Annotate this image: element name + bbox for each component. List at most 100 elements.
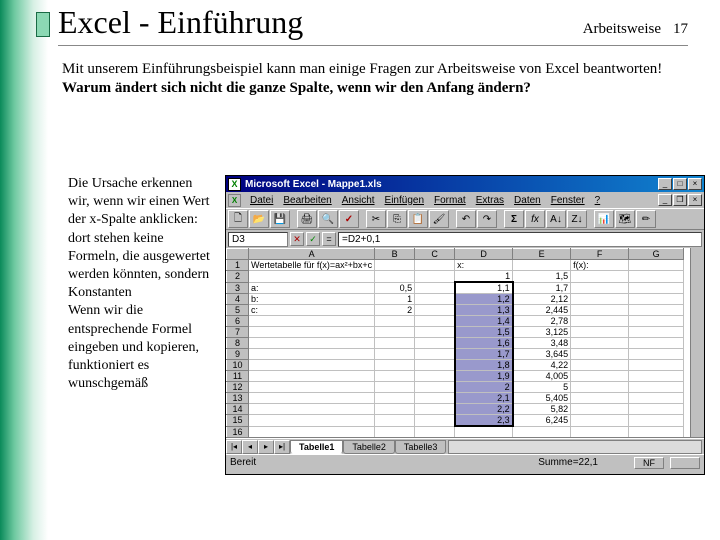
cell-F12[interactable] [571, 382, 629, 393]
sheet-tab-3[interactable]: Tabelle3 [395, 440, 447, 454]
horizontal-scrollbar[interactable] [448, 440, 702, 454]
spellcheck-button[interactable]: ✓ [339, 210, 359, 228]
cell-B17[interactable] [375, 437, 415, 438]
drawing-button[interactable]: ✏ [636, 210, 656, 228]
cell-F1[interactable]: f(x): [571, 260, 629, 271]
sort-desc-button[interactable]: Z↓ [567, 210, 587, 228]
fx-button[interactable]: = [322, 232, 336, 246]
cell-D15[interactable]: 2,3 [455, 415, 513, 427]
cell-C12[interactable] [415, 382, 455, 393]
cell-E16[interactable] [513, 426, 571, 437]
cell-E11[interactable]: 4,005 [513, 371, 571, 382]
cell-E9[interactable]: 3,645 [513, 349, 571, 360]
menu-ansicht[interactable]: Ansicht [337, 194, 380, 207]
cell-D10[interactable]: 1,8 [455, 360, 513, 371]
cell-G15[interactable] [629, 415, 684, 427]
cell-F5[interactable] [571, 305, 629, 316]
cell-A14[interactable] [249, 404, 375, 415]
col-header-B[interactable]: B [375, 249, 415, 260]
cell-C13[interactable] [415, 393, 455, 404]
cell-A2[interactable] [249, 271, 375, 283]
format-painter-button[interactable]: 🖌 [429, 210, 449, 228]
redo-button[interactable]: ↷ [477, 210, 497, 228]
row-header-14[interactable]: 14 [227, 404, 249, 415]
row-header-17[interactable]: 17 [227, 437, 249, 438]
cell-B14[interactable] [375, 404, 415, 415]
cancel-edit-button[interactable]: ✕ [290, 232, 304, 246]
cell-F2[interactable] [571, 271, 629, 283]
select-all-corner[interactable] [227, 249, 249, 260]
map-button[interactable]: 🗺 [615, 210, 635, 228]
cell-G16[interactable] [629, 426, 684, 437]
cell-B15[interactable] [375, 415, 415, 427]
cell-D17[interactable] [455, 437, 513, 438]
cell-A8[interactable] [249, 338, 375, 349]
paste-button[interactable]: 📋 [408, 210, 428, 228]
cell-E7[interactable]: 3,125 [513, 327, 571, 338]
row-header-15[interactable]: 15 [227, 415, 249, 427]
cell-B1[interactable] [375, 260, 415, 271]
cell-G1[interactable] [629, 260, 684, 271]
chart-wizard-button[interactable]: 📊 [594, 210, 614, 228]
col-header-D[interactable]: D [455, 249, 513, 260]
cell-F4[interactable] [571, 294, 629, 305]
menu-einfuegen[interactable]: Einfügen [380, 194, 429, 207]
cell-G10[interactable] [629, 360, 684, 371]
undo-button[interactable]: ↶ [456, 210, 476, 228]
cell-C6[interactable] [415, 316, 455, 327]
row-header-16[interactable]: 16 [227, 426, 249, 437]
cell-G5[interactable] [629, 305, 684, 316]
cell-E14[interactable]: 5,82 [513, 404, 571, 415]
menu-fenster[interactable]: Fenster [546, 194, 590, 207]
tab-next-button[interactable]: ▸ [258, 440, 274, 454]
row-header-12[interactable]: 12 [227, 382, 249, 393]
menu-bearbeiten[interactable]: Bearbeiten [278, 194, 336, 207]
cell-D13[interactable]: 2,1 [455, 393, 513, 404]
save-button[interactable]: 💾 [270, 210, 290, 228]
col-header-C[interactable]: C [415, 249, 455, 260]
cell-D4[interactable]: 1,2 [455, 294, 513, 305]
cell-E17[interactable] [513, 437, 571, 438]
cell-A3[interactable]: a: [249, 282, 375, 294]
maximize-button[interactable]: □ [673, 178, 687, 190]
cell-G11[interactable] [629, 371, 684, 382]
cell-F7[interactable] [571, 327, 629, 338]
autosum-button[interactable]: Σ [504, 210, 524, 228]
col-header-E[interactable]: E [513, 249, 571, 260]
formula-input[interactable]: =D2+0,1 [338, 232, 702, 247]
row-header-5[interactable]: 5 [227, 305, 249, 316]
cell-A15[interactable] [249, 415, 375, 427]
row-header-2[interactable]: 2 [227, 271, 249, 283]
tab-last-button[interactable]: ▸| [274, 440, 290, 454]
cell-F16[interactable] [571, 426, 629, 437]
cell-A6[interactable] [249, 316, 375, 327]
confirm-edit-button[interactable]: ✓ [306, 232, 320, 246]
cell-E8[interactable]: 3,48 [513, 338, 571, 349]
cell-A7[interactable] [249, 327, 375, 338]
cell-C16[interactable] [415, 426, 455, 437]
cell-D12[interactable]: 2 [455, 382, 513, 393]
cell-E13[interactable]: 5,405 [513, 393, 571, 404]
cell-C4[interactable] [415, 294, 455, 305]
cell-C9[interactable] [415, 349, 455, 360]
cell-E3[interactable]: 1,7 [513, 282, 571, 294]
name-box[interactable]: D3 [228, 232, 288, 247]
preview-button[interactable]: 🔍 [318, 210, 338, 228]
cell-A4[interactable]: b: [249, 294, 375, 305]
minimize-button[interactable]: _ [658, 178, 672, 190]
cell-G2[interactable] [629, 271, 684, 283]
cell-B3[interactable]: 0,5 [375, 282, 415, 294]
cell-D16[interactable] [455, 426, 513, 437]
row-header-8[interactable]: 8 [227, 338, 249, 349]
cell-C3[interactable] [415, 282, 455, 294]
cell-A11[interactable] [249, 371, 375, 382]
cell-D2[interactable]: 1 [455, 271, 513, 283]
row-header-13[interactable]: 13 [227, 393, 249, 404]
row-header-10[interactable]: 10 [227, 360, 249, 371]
cell-C10[interactable] [415, 360, 455, 371]
cell-C1[interactable] [415, 260, 455, 271]
cell-B4[interactable]: 1 [375, 294, 415, 305]
row-header-1[interactable]: 1 [227, 260, 249, 271]
cell-D3[interactable]: 1,1 [455, 282, 513, 294]
print-button[interactable]: 🖨 [297, 210, 317, 228]
